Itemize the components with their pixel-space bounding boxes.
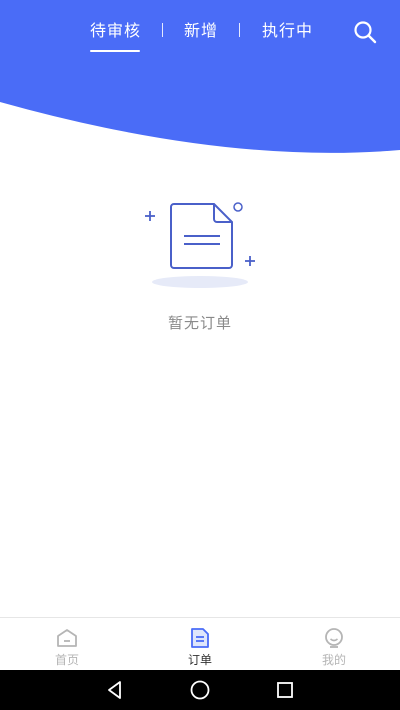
home-icon — [57, 629, 77, 647]
tabbar-label-home: 首页 — [54, 653, 79, 667]
tabbar-item-profile[interactable]: 我的 — [294, 618, 374, 671]
back-icon[interactable] — [104, 679, 126, 701]
order-icon — [191, 628, 209, 648]
home-circle-icon[interactable] — [189, 679, 211, 701]
profile-icon — [325, 628, 343, 648]
recents-icon[interactable] — [274, 679, 296, 701]
tabbar-label-orders: 订单 — [187, 653, 212, 667]
tabbar-label-profile: 我的 — [321, 653, 346, 667]
empty-state-text: 暂无订单 — [167, 314, 232, 332]
tab-new[interactable]: 新增 — [184, 19, 218, 43]
system-navigation-bar — [0, 670, 400, 710]
tab-in-progress[interactable]: 执行中 — [262, 19, 313, 43]
bottom-tab-bar: 首页 订单 我的 — [0, 617, 400, 671]
top-tab-bar: 待审核 新增 执行中 — [0, 0, 400, 64]
tabbar-item-home[interactable]: 首页 — [27, 618, 107, 671]
empty-document-icon — [145, 202, 255, 288]
search-icon[interactable] — [352, 19, 378, 45]
tab-separator — [162, 23, 163, 37]
tab-pending-review[interactable]: 待审核 — [90, 19, 141, 43]
tab-separator — [239, 23, 240, 37]
tabbar-item-orders[interactable]: 订单 — [160, 618, 240, 671]
active-tab-indicator — [90, 50, 140, 52]
